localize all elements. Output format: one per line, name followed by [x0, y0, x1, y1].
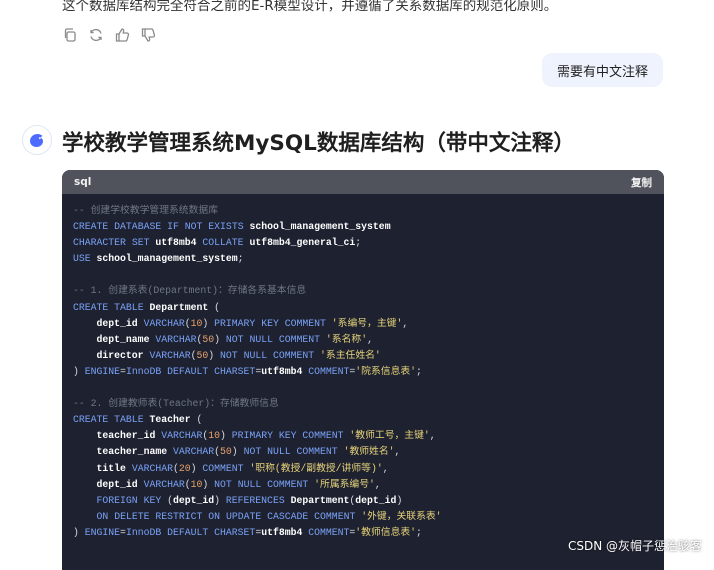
code-content: -- 创建学校教学管理系统数据库 CREATE DATABASE IF NOT …	[62, 194, 664, 541]
assistant-avatar	[22, 125, 52, 155]
thumbs-up-icon[interactable]	[114, 27, 130, 43]
sql-code: -- 创建学校教学管理系统数据库 CREATE DATABASE IF NOT …	[73, 205, 442, 538]
regenerate-icon[interactable]	[88, 27, 104, 43]
previous-answer-text: 这个数据库结构完全符合之前的E-R模型设计，并遵循了关系数据库的规范化原则。	[62, 0, 558, 14]
user-message-text: 需要有中文注释	[556, 64, 648, 80]
assistant-logo-icon	[30, 134, 43, 147]
message-actions	[62, 27, 156, 43]
user-message-bubble: 需要有中文注释	[541, 53, 663, 87]
copy-icon[interactable]	[62, 27, 78, 43]
answer-heading: 学校教学管理系统MySQL数据库结构（带中文注释）	[62, 131, 575, 156]
code-block-header: sql 复制	[62, 170, 664, 194]
copy-code-button[interactable]: 复制	[631, 175, 652, 190]
code-language-label: sql	[74, 176, 92, 188]
watermark: CSDN @灰帽子惩治骇客	[567, 539, 702, 553]
thumbs-down-icon[interactable]	[140, 27, 156, 43]
code-block: sql 复制 -- 创建学校教学管理系统数据库 CREATE DATABASE …	[62, 170, 664, 570]
